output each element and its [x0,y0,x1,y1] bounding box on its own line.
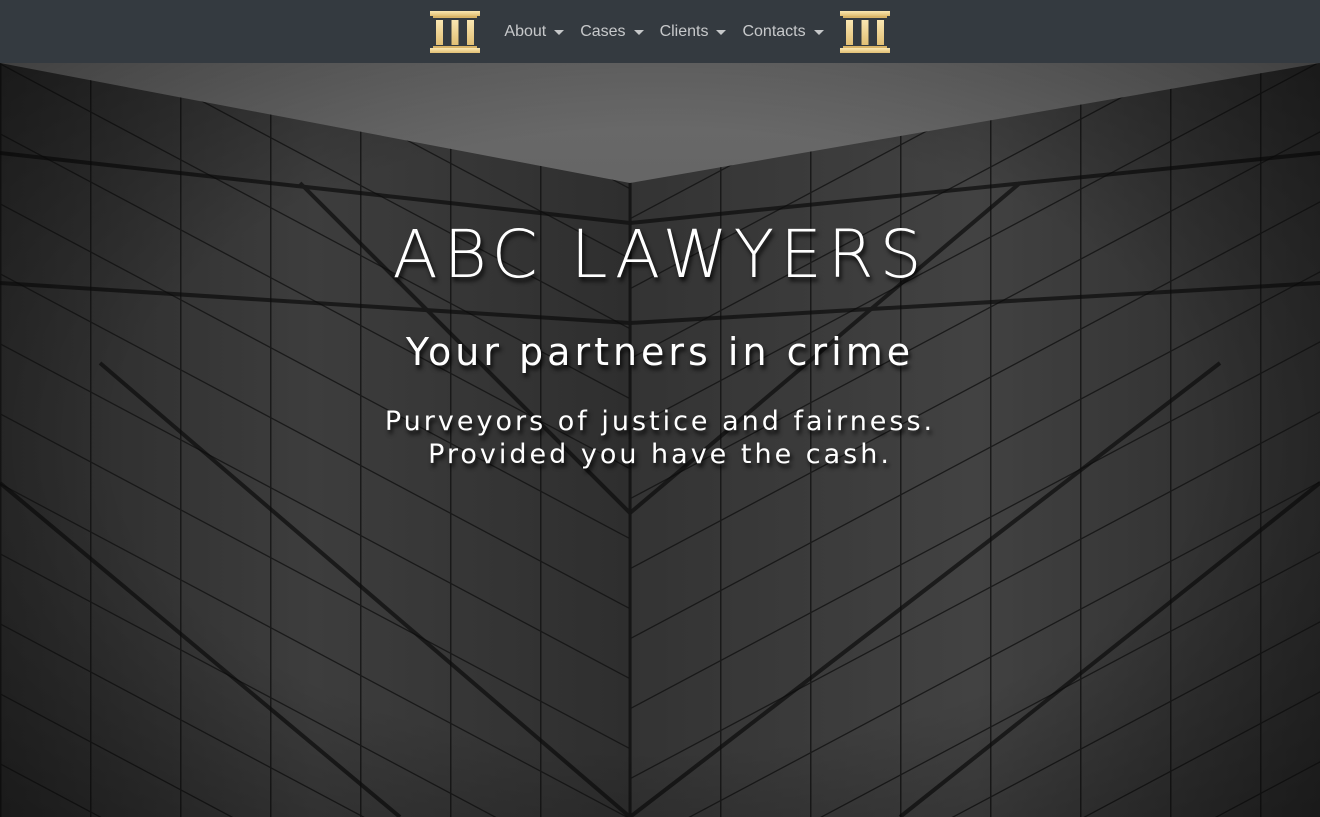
page-title: ABC LAWYERS [392,216,928,293]
nav-contacts-dropdown[interactable]: Contacts [734,0,831,63]
nav-contacts-label: Contacts [742,22,806,40]
nav-cases-label: Cases [580,22,626,40]
nav-about-dropdown[interactable]: About [496,0,572,63]
hero-description-line-2: Provided you have the cash. [428,439,892,470]
hero-section: ABC LAWYERS Your partners in crime Purve… [0,63,1320,817]
hero-description-line-1: Purveyors of justice and fairness. [384,406,936,437]
top-navbar: About Cases Clients Contacts [0,0,1320,63]
chevron-down-icon [633,30,644,35]
navbar-content: About Cases Clients Contacts [430,0,890,63]
nav-cases-dropdown[interactable]: Cases [572,0,651,63]
nav-clients-label: Clients [659,22,709,40]
chevron-down-icon [554,30,565,35]
chevron-down-icon [716,30,727,35]
chevron-down-icon [813,30,824,35]
hero-description: Purveyors of justice and fairness. Provi… [0,405,1320,471]
nav-about-label: About [504,22,547,40]
hero-tagline: Your partners in crime [405,330,915,374]
pillars-logo-icon[interactable] [839,10,890,53]
pillars-logo-icon[interactable] [430,10,481,53]
nav-clients-dropdown[interactable]: Clients [652,0,735,63]
